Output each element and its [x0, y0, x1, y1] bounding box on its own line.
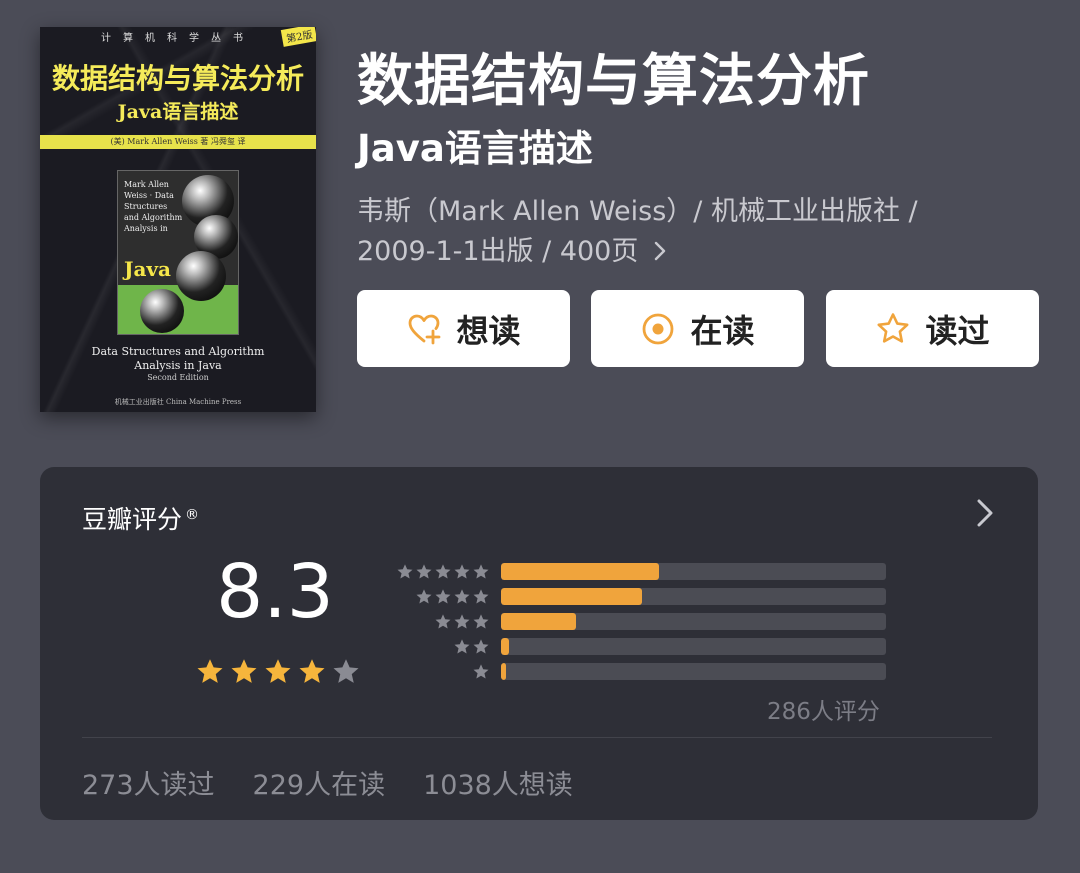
small-star-icon [435, 563, 451, 579]
want-to-read-button[interactable]: 想读 [357, 290, 570, 367]
registered-mark: ® [185, 506, 200, 523]
rating-score: 8.3 [216, 549, 334, 635]
cover-ball [140, 289, 184, 333]
star-outline-icon [877, 312, 909, 343]
small-star-icon [416, 563, 432, 579]
rating-count: 286人评分 [767, 699, 880, 725]
cover-subtitle: Java语言描述 [117, 101, 239, 123]
target-circle-icon [643, 313, 674, 344]
chevron-right-icon [653, 232, 667, 272]
book-cover[interactable]: 计算机科学丛书 第2版 数据结构与算法分析 Java语言描述 (美) Mark … [40, 27, 316, 412]
cover-inset-text: Mark Allen Weiss · Data Structures and A… [124, 180, 183, 233]
distribution-bar-track [501, 563, 886, 580]
small-star-icon [473, 563, 489, 579]
cover-series: 计算机科学丛书 [101, 33, 255, 44]
rating-distribution [390, 559, 886, 684]
distribution-bar-track [501, 663, 886, 680]
book-meta-line2: 2009-1-1出版 / 400页 [357, 236, 639, 267]
distribution-bar-fill [501, 588, 642, 605]
distribution-bar-fill [501, 563, 659, 580]
small-star-icon [454, 588, 470, 604]
distribution-row-4-star [390, 584, 886, 609]
stat-reading[interactable]: 229人在读 [253, 763, 386, 802]
small-star-icon [454, 638, 470, 654]
cover-title: 数据结构与算法分析 [51, 62, 304, 95]
distribution-bar-track [501, 613, 886, 630]
distribution-bar-fill [501, 663, 506, 680]
book-meta-line1: 韦斯（Mark Allen Weiss）/ 机械工业出版社 / [357, 196, 918, 227]
distribution-bar-track [501, 638, 886, 655]
small-star-icon [454, 613, 470, 629]
divider [82, 737, 992, 738]
rating-stars [195, 657, 361, 687]
stat-read[interactable]: 273人读过 [82, 763, 215, 802]
distribution-row-2-star [390, 634, 886, 659]
have-read-button[interactable]: 读过 [826, 290, 1039, 367]
cover-english-edition: Second Edition [147, 373, 209, 382]
reading-label: 在读 [690, 311, 755, 350]
distribution-row-1-star [390, 659, 886, 684]
distribution-bar-track [501, 588, 886, 605]
small-star-icon [397, 563, 413, 579]
distribution-row-5-star [390, 559, 886, 584]
distribution-stars [390, 563, 490, 581]
have-read-label: 读过 [925, 311, 990, 350]
heart-plus-icon [409, 314, 441, 344]
stat-want[interactable]: 1038人想读 [423, 763, 573, 802]
cover-inset-image: Mark Allen Weiss · Data Structures and A… [117, 170, 239, 335]
small-star-icon [473, 613, 489, 629]
cover-ball [176, 251, 226, 301]
reader-stats: 273人读过 229人在读 1038人想读 [82, 763, 573, 802]
distribution-stars [390, 588, 490, 606]
chevron-right-icon[interactable] [974, 497, 996, 529]
cover-author-band: (美) Mark Allen Weiss 著 冯舜玺 译 [40, 135, 316, 149]
small-star-icon [473, 638, 489, 654]
rating-section-title: 豆瓣评分 ® [82, 500, 199, 536]
distribution-stars [390, 613, 490, 631]
small-star-icon [416, 588, 432, 604]
small-star-icon [435, 613, 451, 629]
rating-card[interactable]: 豆瓣评分 ® 8.3 286人评分 273人读过 229人在读 1038人想读 [40, 467, 1038, 820]
distribution-bar-fill [501, 638, 509, 655]
small-star-icon [473, 663, 489, 679]
star-empty-icon [333, 659, 359, 683]
small-star-icon [435, 588, 451, 604]
star-filled-icon [299, 659, 325, 683]
star-filled-icon [197, 659, 223, 683]
star-filled-icon [231, 659, 257, 683]
book-subtitle: Java语言描述 [357, 127, 593, 170]
distribution-stars [390, 638, 490, 656]
distribution-bar-fill [501, 613, 577, 630]
small-star-icon [473, 588, 489, 604]
reading-button[interactable]: 在读 [591, 290, 804, 367]
want-to-read-label: 想读 [456, 311, 521, 350]
rating-section-label: 豆瓣评分 [82, 505, 183, 534]
cover-inset-java: Java [124, 257, 172, 281]
star-filled-icon [265, 659, 291, 683]
book-meta[interactable]: 韦斯（Mark Allen Weiss）/ 机械工业出版社 / 2009-1-1… [357, 192, 997, 272]
distribution-stars [390, 663, 490, 681]
book-meta-line2-wrap: 2009-1-1出版 / 400页 [357, 232, 997, 272]
small-star-icon [454, 563, 470, 579]
cover-english-title: Data Structures and Algorithm Analysis i… [91, 345, 265, 372]
distribution-row-3-star [390, 609, 886, 634]
cover-publisher: 机械工业出版社 China Machine Press [114, 398, 242, 406]
book-title: 数据结构与算法分析 [357, 49, 870, 114]
